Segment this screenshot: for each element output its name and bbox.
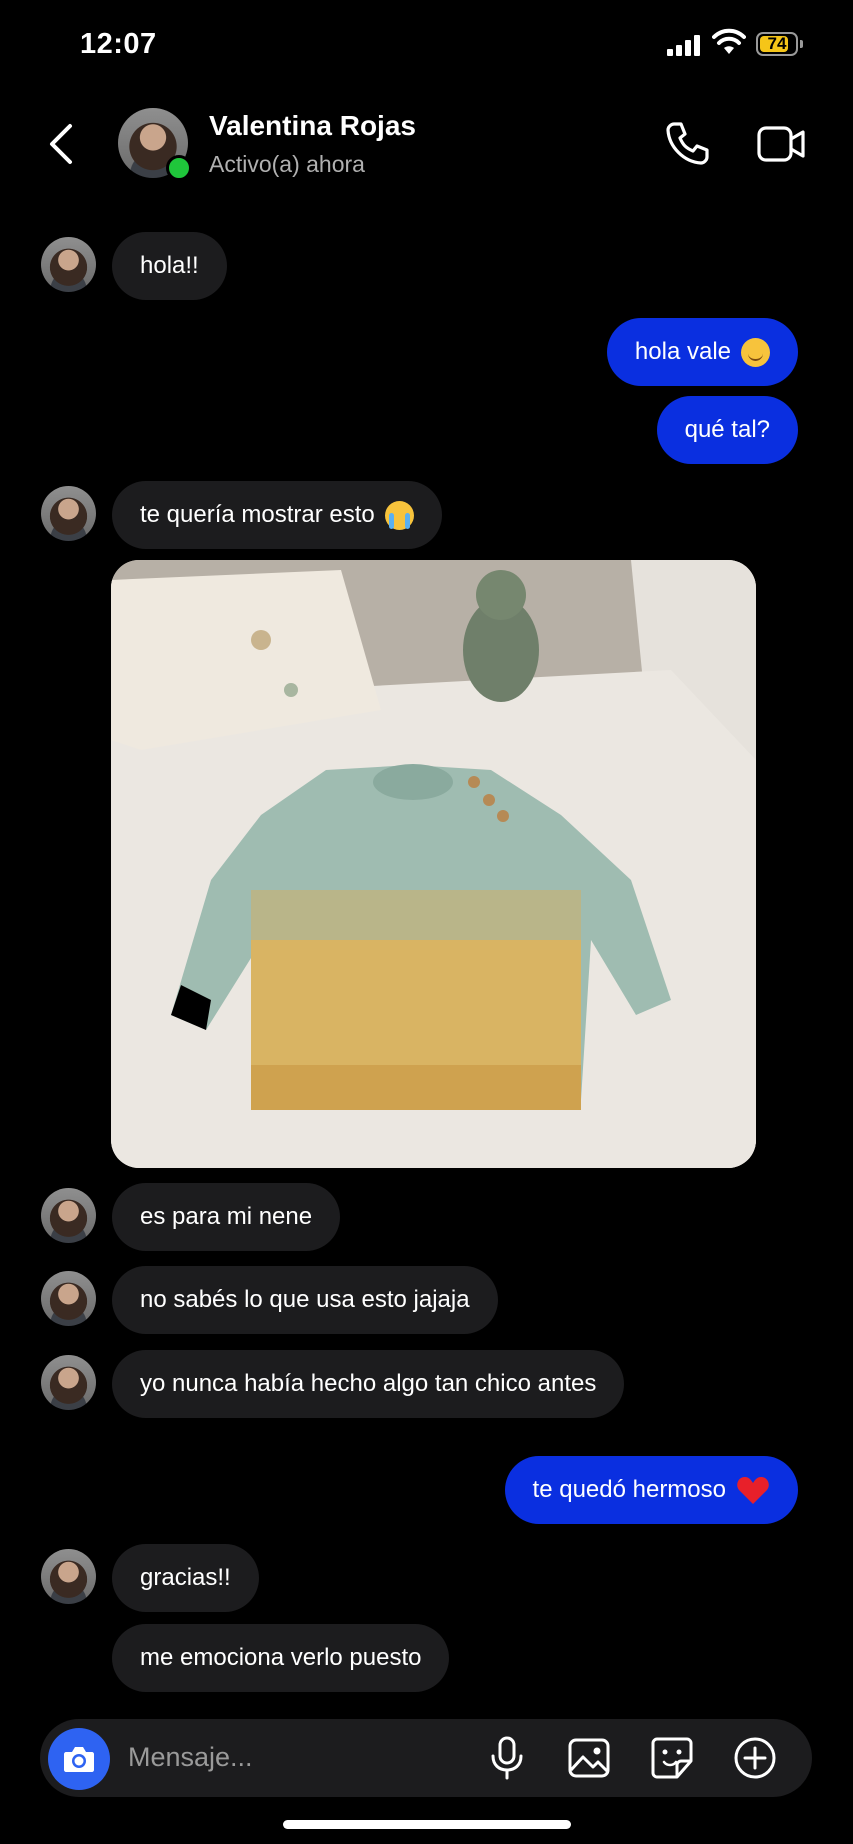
microphone-icon[interactable]	[484, 1735, 530, 1781]
cellular-signal-icon	[667, 34, 703, 56]
video-icon[interactable]	[756, 122, 806, 166]
back-icon[interactable]	[42, 122, 82, 166]
message-text: no sabés lo que usa esto jajaja	[140, 1286, 470, 1313]
message-text: me emociona verlo puesto	[140, 1644, 422, 1671]
message-text: te quedó hermoso	[532, 1476, 726, 1503]
camera-button[interactable]	[48, 1728, 110, 1790]
sender-avatar[interactable]	[41, 1355, 96, 1410]
outgoing-message[interactable]: hola vale	[606, 318, 798, 386]
outgoing-message[interactable]: te quedó hermoso	[504, 1456, 798, 1524]
sender-avatar[interactable]	[41, 1271, 96, 1326]
message-text: gracias!!	[140, 1564, 231, 1591]
message-text: te quería mostrar esto	[140, 501, 375, 528]
sender-avatar[interactable]	[41, 1188, 96, 1243]
smiling-face-emoji-icon	[741, 337, 770, 367]
sender-avatar[interactable]	[41, 486, 96, 541]
incoming-message[interactable]: hola!!	[112, 232, 227, 300]
outgoing-message[interactable]: qué tal?	[656, 396, 798, 464]
incoming-message[interactable]: te quería mostrar esto	[112, 481, 442, 549]
phone-icon[interactable]	[664, 120, 710, 166]
message-text: hola vale	[634, 338, 731, 365]
message-text: yo nunca había hecho algo tan chico ante…	[140, 1370, 597, 1397]
incoming-message[interactable]: es para mi nene	[112, 1183, 341, 1251]
wifi-icon	[712, 28, 746, 54]
sticker-icon[interactable]	[649, 1735, 695, 1781]
sender-avatar[interactable]	[41, 1549, 96, 1604]
contact-status: Activo(a) ahora	[209, 151, 365, 177]
crying-face-emoji-icon	[384, 500, 414, 530]
status-time: 12:07	[80, 28, 157, 60]
incoming-message[interactable]: yo nunca había hecho algo tan chico ante…	[112, 1350, 625, 1418]
camera-icon	[64, 1747, 94, 1772]
contact-name[interactable]: Valentina Rojas	[209, 110, 416, 142]
shared-photo[interactable]	[111, 560, 756, 1168]
message-input[interactable]: Mensaje...	[128, 1742, 253, 1773]
incoming-message[interactable]: no sabés lo que usa esto jajaja	[112, 1266, 498, 1334]
home-indicator[interactable]	[283, 1820, 571, 1829]
red-heart-emoji-icon	[737, 1477, 769, 1504]
battery-level: 74	[767, 34, 787, 53]
add-icon[interactable]	[732, 1735, 778, 1781]
message-text: es para mi nene	[140, 1203, 313, 1230]
sender-avatar[interactable]	[41, 237, 96, 292]
message-text: qué tal?	[684, 416, 770, 443]
online-indicator	[166, 155, 192, 181]
battery-cap	[800, 40, 803, 48]
incoming-message[interactable]: me emociona verlo puesto	[112, 1624, 450, 1692]
battery-icon: 74	[756, 32, 798, 56]
gallery-icon[interactable]	[566, 1735, 612, 1781]
message-text: hola!!	[140, 252, 199, 279]
incoming-message[interactable]: gracias!!	[112, 1544, 259, 1612]
